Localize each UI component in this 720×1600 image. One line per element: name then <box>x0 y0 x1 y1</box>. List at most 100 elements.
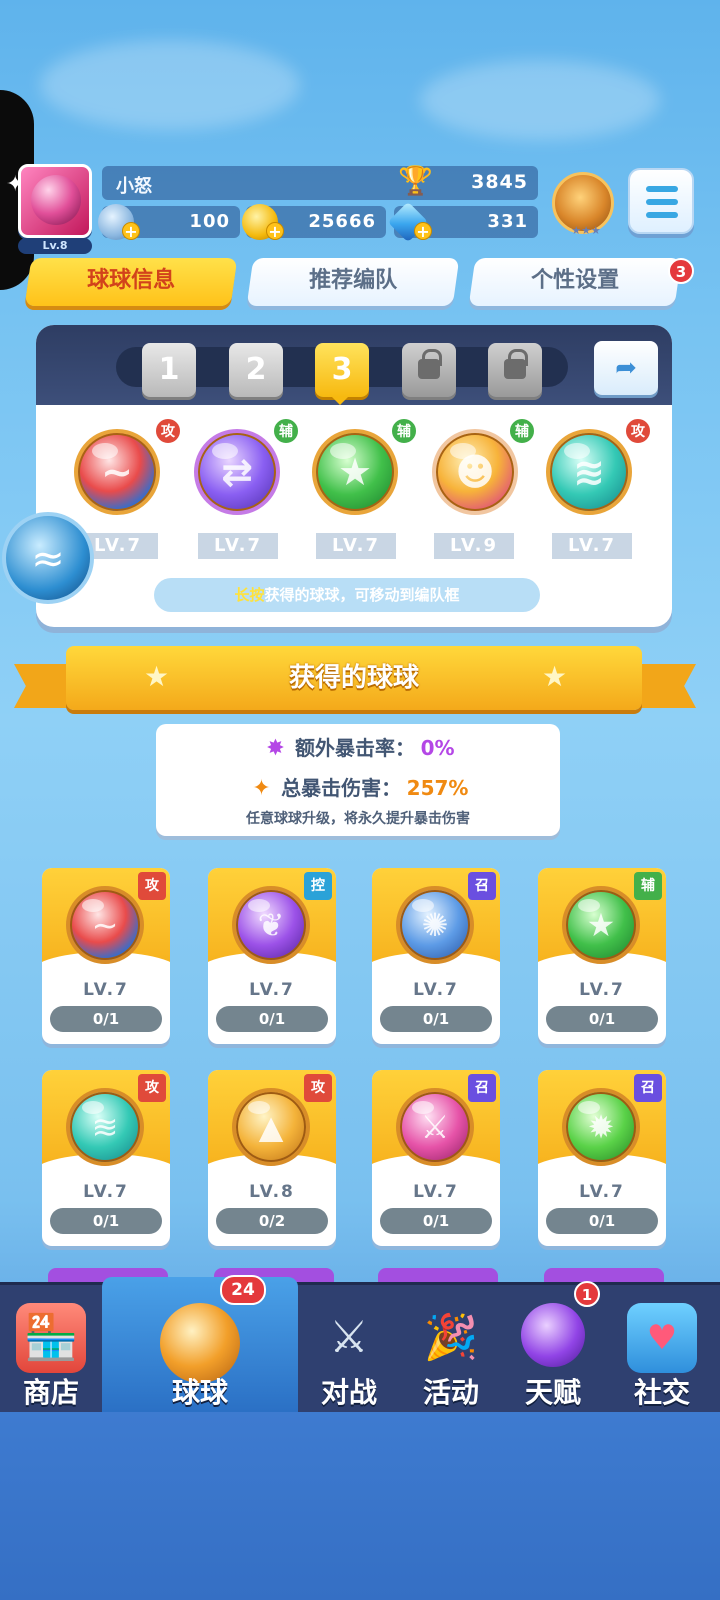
crit-rate-row: ✸ 额外暴击率： 0% <box>156 732 560 761</box>
crit-rate-value: 0% <box>420 736 455 760</box>
lineup-slot-locked[interactable] <box>402 343 456 397</box>
player-name: 小怒 <box>116 176 152 197</box>
lineup-slot-1[interactable]: 1 <box>142 343 196 397</box>
lock-icon <box>504 349 528 379</box>
section-ribbon: ★ 获得的球球 ★ <box>66 646 642 710</box>
crit-rate-icon: ✸ <box>266 736 285 761</box>
ball-progress: 0/1 <box>546 1006 658 1032</box>
menu-button[interactable] <box>628 168 694 234</box>
add-gem-icon[interactable]: + <box>414 222 432 241</box>
tab-label: 球球信息 <box>87 268 176 293</box>
trophy-icon: 🏆 <box>398 164 433 197</box>
energy-resource[interactable]: + 100 <box>98 204 240 241</box>
energy-value: 100 <box>189 211 230 232</box>
ball-icon: ⚔ <box>396 1088 474 1166</box>
ball-progress: 0/1 <box>50 1208 162 1234</box>
share-icon: ➦ <box>615 353 637 383</box>
coin-resource[interactable]: + 25666 <box>242 204 386 241</box>
menu-icon-line <box>646 212 678 218</box>
lineup-ball-5[interactable]: ≋ <box>546 429 632 515</box>
event-icon: 🎉 <box>423 1312 479 1363</box>
crit-rate-label: 额外暴击率： <box>295 736 416 760</box>
ball-card[interactable]: ❦ 控 LV.7 0/1 <box>208 868 336 1044</box>
nav-shop[interactable]: 🏪 商店 <box>0 1285 102 1415</box>
tab-recommended-team[interactable]: 推荐编队 <box>246 258 460 306</box>
lineup-ball-2[interactable]: ⇄ <box>194 429 280 515</box>
ball-card[interactable]: ▲ 攻 LV.8 0/2 <box>208 1070 336 1246</box>
coin-value: 25666 <box>308 211 376 232</box>
crit-damage-row: ✦ 总暴击伤害： 257% <box>156 772 560 801</box>
player-info-bar: 小怒 🏆 3845 <box>102 164 538 200</box>
ball-type-tag: 控 <box>304 872 332 900</box>
nav-label: 活动 <box>422 1376 479 1409</box>
ball-type-tag: 召 <box>468 1074 496 1102</box>
tab-label: 推荐编队 <box>309 268 398 293</box>
nav-events[interactable]: 🎉 活动 <box>400 1285 502 1415</box>
ball-type-tag: 辅 <box>390 417 418 445</box>
battle-icon: ⚔ <box>329 1312 369 1363</box>
menu-icon-line <box>646 199 678 205</box>
settings-badge: 3 <box>668 258 694 284</box>
lineup-slot-2[interactable]: 2 <box>229 343 283 397</box>
ball-card[interactable]: ✹ 召 LV.7 0/1 <box>538 1070 666 1246</box>
nav-social[interactable]: ♥ 社交 <box>604 1285 720 1415</box>
ball-icon: ❦ <box>232 886 310 964</box>
lineup-panel: 1 2 3 ➦ ~ 攻 LV.7 ⇄ 辅 LV.7 ★ 辅 LV.7 ☻ 辅 L… <box>36 325 672 627</box>
ball-type-tag: 辅 <box>272 417 300 445</box>
ball-card[interactable]: ≋ 攻 LV.7 0/1 <box>42 1070 170 1246</box>
ball-type-tag: 召 <box>468 872 496 900</box>
selected-slot-pointer <box>332 397 348 405</box>
wave-icon: ≈ <box>31 536 65 582</box>
tab-personal-settings[interactable]: 个性设置 <box>468 258 682 306</box>
ball-icon: ✺ <box>396 886 474 964</box>
lineup-ball-4[interactable]: ☻ <box>432 429 518 515</box>
ball-progress: 0/1 <box>50 1006 162 1032</box>
crit-note: 任意球球升级，将永久提升暴击伤害 <box>246 811 470 827</box>
share-button[interactable]: ➦ <box>594 341 658 395</box>
gem-resource[interactable]: + 331 <box>387 201 538 243</box>
ball-type-tag: 辅 <box>508 417 536 445</box>
ball-progress: 0/1 <box>216 1006 328 1032</box>
bottom-area <box>0 1412 720 1600</box>
ball-icon: ≋ <box>66 1088 144 1166</box>
ball-progress: 0/1 <box>380 1006 492 1032</box>
menu-icon <box>646 186 678 192</box>
nav-battle[interactable]: ⚔ 对战 <box>298 1285 400 1415</box>
ball-type-tag: 攻 <box>138 1074 166 1102</box>
crit-stats-card: ✸ 额外暴击率： 0% ✦ 总暴击伤害： 257% 任意球球升级，将永久提升暴击… <box>156 724 560 836</box>
crit-damage-label: 总暴击伤害： <box>281 776 402 800</box>
bottom-nav: 🏪 商店 球球 24 ⚔ 对战 🎉 活动 天赋 1 ♥ 社交 <box>0 1275 720 1415</box>
lineup-slot-3[interactable]: 3 <box>315 343 369 397</box>
tab-ball-info[interactable]: 球球信息 <box>24 258 238 306</box>
ball-card[interactable]: ~ 攻 LV.7 0/1 <box>42 868 170 1044</box>
add-coin-icon[interactable]: + <box>266 222 284 241</box>
ball-progress: 0/1 <box>546 1208 658 1234</box>
lock-icon <box>418 349 442 379</box>
lineup-ball-3[interactable]: ★ <box>312 429 398 515</box>
balls-badge: 24 <box>220 1275 266 1305</box>
ball-level: LV.9 <box>434 533 514 559</box>
ball-card[interactable]: ⚔ 召 LV.7 0/1 <box>372 1070 500 1246</box>
background-cloud <box>420 60 660 140</box>
ball-icon: ✹ <box>562 1088 640 1166</box>
star-icon: ★ <box>542 660 568 693</box>
ball-level: LV.7 <box>413 980 459 1000</box>
floating-skill-orb[interactable]: ≈ <box>2 512 94 604</box>
ball-card[interactable]: ★ 辅 LV.7 0/1 <box>538 868 666 1044</box>
lineup-slot-locked[interactable] <box>488 343 542 397</box>
ball-card[interactable]: ✺ 召 LV.7 0/1 <box>372 868 500 1044</box>
hint-highlight: 长按 <box>234 586 265 604</box>
nav-balls[interactable]: 球球 <box>102 1277 298 1415</box>
crit-damage-value: 257% <box>406 776 469 800</box>
rank-medal-icon[interactable]: ★★★ <box>552 172 614 237</box>
shop-icon: 🏪 <box>16 1303 86 1373</box>
talent-badge: 1 <box>574 1281 600 1307</box>
player-avatar[interactable] <box>18 164 92 238</box>
add-energy-icon[interactable]: + <box>122 222 140 241</box>
lineup-header: 1 2 3 ➦ <box>36 325 672 405</box>
ball-icon: ▲ <box>232 1088 310 1166</box>
lineup-ball-1[interactable]: ~ <box>74 429 160 515</box>
nav-label: 商店 <box>22 1376 79 1409</box>
gem-value: 331 <box>487 211 528 232</box>
talent-icon <box>521 1303 585 1367</box>
